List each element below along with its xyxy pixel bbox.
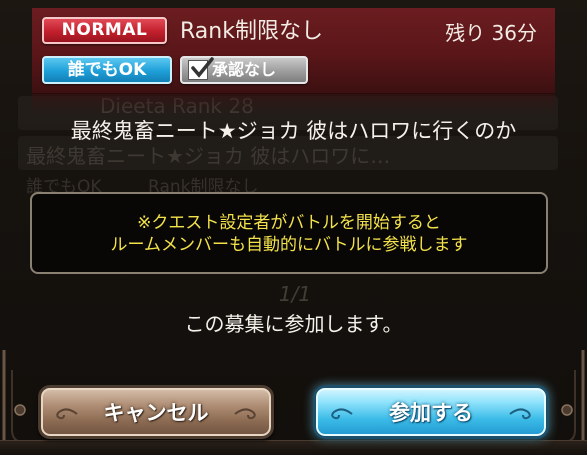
scroll-ornament-icon (509, 408, 531, 420)
scroll-ornament-icon (56, 408, 78, 420)
confirm-message: この募集に参加します。 (184, 312, 403, 336)
join-condition-badge: 誰でもOK (42, 56, 172, 84)
header-shade (32, 94, 555, 114)
difficulty-badge: NORMAL (42, 17, 167, 44)
quest-title: 最終鬼畜ニート★ジョカ 彼はハロワに行くのか (70, 119, 517, 143)
join-button[interactable]: 参加する (313, 385, 549, 439)
approval-badge: 承認なし (180, 56, 308, 84)
scroll-ornament-icon (331, 408, 353, 420)
approval-badge-label: 承認なし (212, 60, 277, 79)
notice-box: ※クエスト設定者がバトルを開始すると ルームメンバーも自動的にバトルに参戦します (30, 192, 548, 274)
join-room-dialog: NORMAL Rank制限なし 残り 36分 誰でもOK 承認なし 最終鬼畜ニー… (0, 0, 587, 455)
time-remaining: 残り 36分 (445, 21, 537, 45)
frame-bottom (0, 440, 587, 455)
checkbox-checked-icon (188, 57, 214, 80)
join-button-label: 参加する (389, 401, 473, 425)
cancel-button-label: キャンセル (103, 401, 209, 425)
cancel-button[interactable]: キャンセル (38, 385, 274, 439)
ghost-page-indicator: 1/1 (278, 282, 312, 306)
scroll-ornament-icon (234, 408, 256, 420)
notice-line-2: ルームメンバーも自動的にバトルに参戦します (110, 235, 468, 255)
notice-line-1: ※クエスト設定者がバトルを開始すると (137, 213, 441, 233)
rank-restriction-label: Rank制限なし (180, 19, 323, 44)
